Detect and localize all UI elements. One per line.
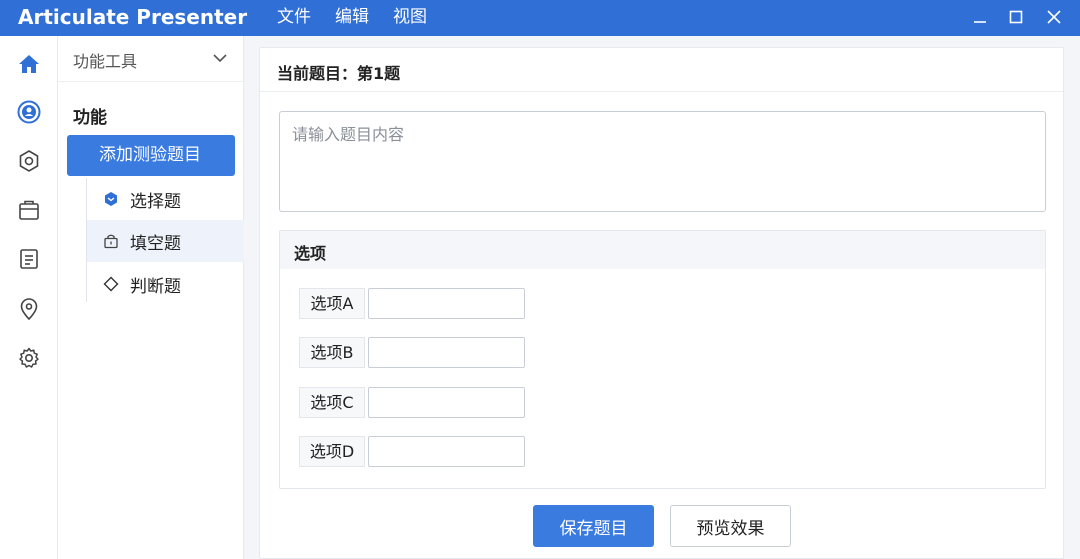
option-label: 选项C [299, 387, 365, 418]
add-quiz-item[interactable]: 添加测验题目 [67, 135, 235, 176]
menu-file[interactable]: 文件 [277, 4, 311, 30]
menu-edit[interactable]: 编辑 [335, 4, 369, 30]
icon-rail [0, 36, 58, 559]
title-bar: Articulate Presenter 文件 编辑 视图 [0, 0, 1080, 36]
option-c-input[interactable] [368, 387, 525, 418]
cog-icon[interactable] [16, 345, 42, 371]
save-question-button[interactable]: 保存题目 [533, 505, 654, 547]
current-question-title: 当前题目：第1题 [277, 64, 401, 83]
sub-item-fill-blank[interactable]: 填空题 [87, 220, 244, 262]
sub-item-choice[interactable]: 选择题 [87, 178, 244, 220]
maximize-icon [1009, 10, 1023, 24]
question-content-input[interactable] [279, 111, 1046, 212]
sub-item-true-false[interactable]: 判断题 [87, 263, 244, 305]
hexagon-filled-icon [102, 190, 120, 208]
lock-box-icon [102, 232, 120, 250]
minimize-button[interactable] [965, 2, 995, 32]
sub-item-label: 选择题 [130, 191, 181, 212]
option-d-input[interactable] [368, 436, 525, 467]
menu-bar: 文件 编辑 视图 [277, 4, 427, 30]
options-title: 选项 [294, 244, 327, 263]
option-b-input[interactable] [368, 337, 525, 368]
question-editor: 当前题目：第1题 选项 选项A 选项B 选项C 选项D 保存题目 预览效果 [259, 47, 1064, 559]
option-label: 选项D [299, 436, 365, 467]
close-icon [1047, 10, 1061, 24]
section-label: 功能 [73, 108, 107, 128]
home-icon[interactable] [16, 51, 42, 77]
briefcase-icon[interactable] [16, 197, 42, 223]
panel-header-label: 功能工具 [73, 52, 138, 71]
options-section: 选项 选项A 选项B 选项C 选项D [279, 230, 1046, 489]
option-label: 选项B [299, 337, 365, 368]
settings-gear-icon[interactable] [16, 148, 42, 174]
options-header: 选项 [280, 231, 1045, 269]
preview-button[interactable]: 预览效果 [670, 505, 791, 547]
function-panel: 功能工具 功能 添加测验题目 选择题 填空题 判断题 [58, 36, 244, 559]
app-title: Articulate Presenter [18, 5, 248, 29]
location-pin-icon[interactable] [16, 296, 42, 322]
panel-header[interactable]: 功能工具 [58, 36, 244, 82]
menu-view[interactable]: 视图 [393, 4, 427, 30]
sub-item-label: 判断题 [130, 276, 181, 297]
chevron-down-icon[interactable] [212, 52, 228, 64]
divider [260, 91, 1063, 92]
maximize-button[interactable] [1001, 2, 1031, 32]
option-a-input[interactable] [368, 288, 525, 319]
close-button[interactable] [1039, 2, 1069, 32]
sub-item-label: 填空题 [130, 233, 181, 254]
diamond-icon [102, 275, 120, 293]
document-icon[interactable] [16, 246, 42, 272]
user-circle-icon[interactable] [16, 99, 42, 125]
minimize-icon [974, 21, 986, 23]
option-label: 选项A [299, 288, 365, 319]
